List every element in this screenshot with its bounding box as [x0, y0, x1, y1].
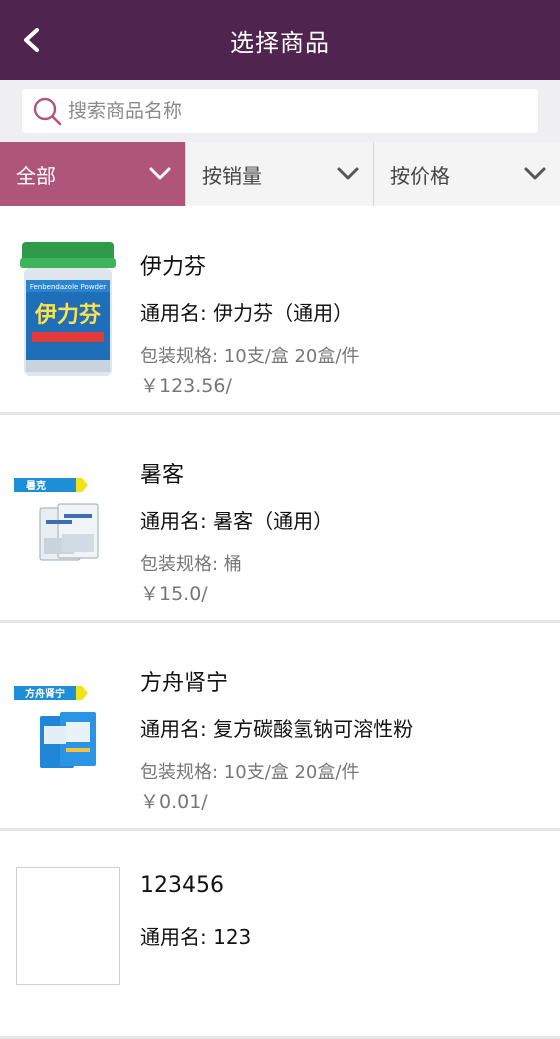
product-generic-name: 通用名: 复方碳酸氢钠可溶性粉 [140, 717, 414, 741]
product-label-text: 暑克 [26, 479, 46, 492]
chevron-left-icon [24, 28, 39, 52]
filter-label: 按价格 [390, 163, 450, 188]
filter-by-price[interactable]: 按价格 [373, 142, 560, 206]
product-spec: 包装规格: 10支/盒 20盒/件 [140, 762, 360, 783]
product-generic-name: 通用名: 伊力芬（通用） [140, 301, 354, 325]
product-item[interactable]: 暑克 暑客 通用名: 暑客（通用） 包装规格: 桶 ￥15.0/ [0, 415, 560, 623]
product-price: ￥123.56/ [140, 375, 232, 397]
filter-by-sales[interactable]: 按销量 [185, 142, 373, 206]
product-spec: 包装规格: 桶 [140, 554, 242, 575]
product-label-text: 方舟肾宁 [25, 687, 65, 700]
image-placeholder [16, 867, 120, 985]
product-image: Fenbendazole Powder 伊力芬 [14, 231, 122, 389]
filter-all[interactable]: 全部 [0, 142, 185, 206]
search-box[interactable] [22, 89, 538, 133]
search-input[interactable] [68, 100, 508, 122]
chevron-down-icon [524, 167, 546, 180]
top-bar: 选择商品 [0, 0, 560, 80]
product-name: 伊力芬 [140, 255, 207, 280]
chevron-down-icon [337, 167, 359, 180]
filter-label: 全部 [16, 163, 56, 188]
filter-label: 按销量 [202, 163, 262, 188]
back-button[interactable] [12, 20, 52, 60]
product-bag-image: 方舟肾宁 [14, 686, 96, 768]
page-title: 选择商品 [230, 28, 330, 57]
search-bar [0, 80, 560, 142]
product-image: 方舟肾宁 [14, 647, 122, 805]
product-label-subtext: Fenbendazole Powder [30, 283, 106, 291]
product-list: Fenbendazole Powder 伊力芬 伊力芬 通用名: 伊力芬（通用）… [0, 207, 560, 1039]
product-name: 123456 [140, 873, 224, 898]
product-price: ￥0.01/ [140, 791, 208, 813]
product-spec: 包装规格: 10支/盒 20盒/件 [140, 346, 360, 367]
product-generic-name: 通用名: 暑客（通用） [140, 509, 334, 533]
product-sachet-image: 暑克 [14, 478, 99, 561]
chevron-down-icon [149, 167, 171, 180]
product-item[interactable]: Fenbendazole Powder 伊力芬 伊力芬 通用名: 伊力芬（通用）… [0, 207, 560, 415]
product-label-text: 伊力芬 [34, 302, 102, 328]
search-icon [33, 97, 62, 126]
filter-bar: 全部 按销量 按价格 [0, 142, 560, 206]
product-name: 方舟肾宁 [140, 671, 229, 696]
product-item[interactable]: 123456 通用名: 123 [0, 831, 560, 1039]
product-jar-image: Fenbendazole Powder 伊力芬 [20, 242, 116, 376]
product-name: 暑客 [140, 463, 185, 488]
product-item[interactable]: 方舟肾宁 方舟肾宁 通用名: 复方碳酸氢钠可溶性粉 包装规格: 10支/盒 20… [0, 623, 560, 831]
product-price: ￥15.0/ [140, 583, 208, 605]
product-image: 暑克 [14, 439, 122, 597]
product-generic-name: 通用名: 123 [140, 925, 252, 949]
product-image [14, 855, 122, 1013]
